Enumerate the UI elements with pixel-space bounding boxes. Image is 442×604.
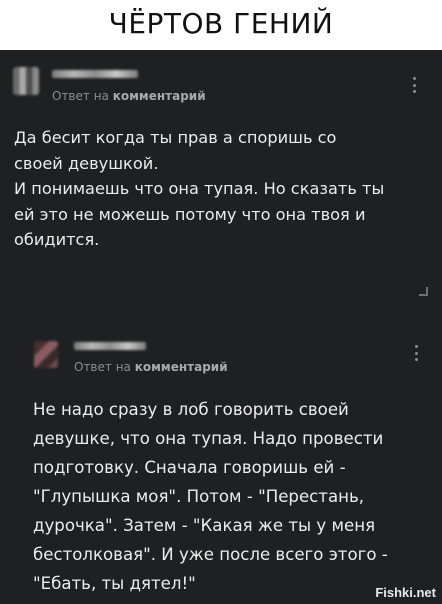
- reply-meta: Ответ на комментарий: [52, 89, 206, 103]
- comment-1: Ответ на комментарий Да бесит когда ты п…: [0, 50, 442, 310]
- reply-link[interactable]: комментарий: [113, 89, 206, 103]
- username-blurred[interactable]: [52, 70, 138, 78]
- avatar[interactable]: [34, 341, 58, 368]
- comments-screen: Ответ на комментарий Да бесит когда ты п…: [0, 50, 442, 604]
- meme-title: ЧЁРТОВ ГЕНИЙ: [0, 0, 442, 46]
- reply-prefix: Ответ на: [52, 89, 113, 103]
- avatar[interactable]: [13, 67, 39, 95]
- username-blurred[interactable]: [74, 342, 146, 350]
- comment-2: Ответ на комментарий Не надо сразу в лоб…: [16, 320, 442, 604]
- reply-prefix: Ответ на: [74, 360, 135, 374]
- expand-corner-icon: [419, 287, 428, 296]
- reply-meta: Ответ на комментарий: [74, 360, 228, 374]
- more-options-icon[interactable]: [409, 345, 423, 361]
- watermark: Fishki.net: [375, 585, 436, 600]
- comment-text: Не надо сразу в лоб говорить своей девуш…: [33, 400, 388, 593]
- reply-link[interactable]: комментарий: [135, 360, 228, 374]
- comment-text: Да бесит когда ты прав а споришь со свое…: [14, 128, 385, 249]
- more-options-icon[interactable]: [407, 77, 421, 93]
